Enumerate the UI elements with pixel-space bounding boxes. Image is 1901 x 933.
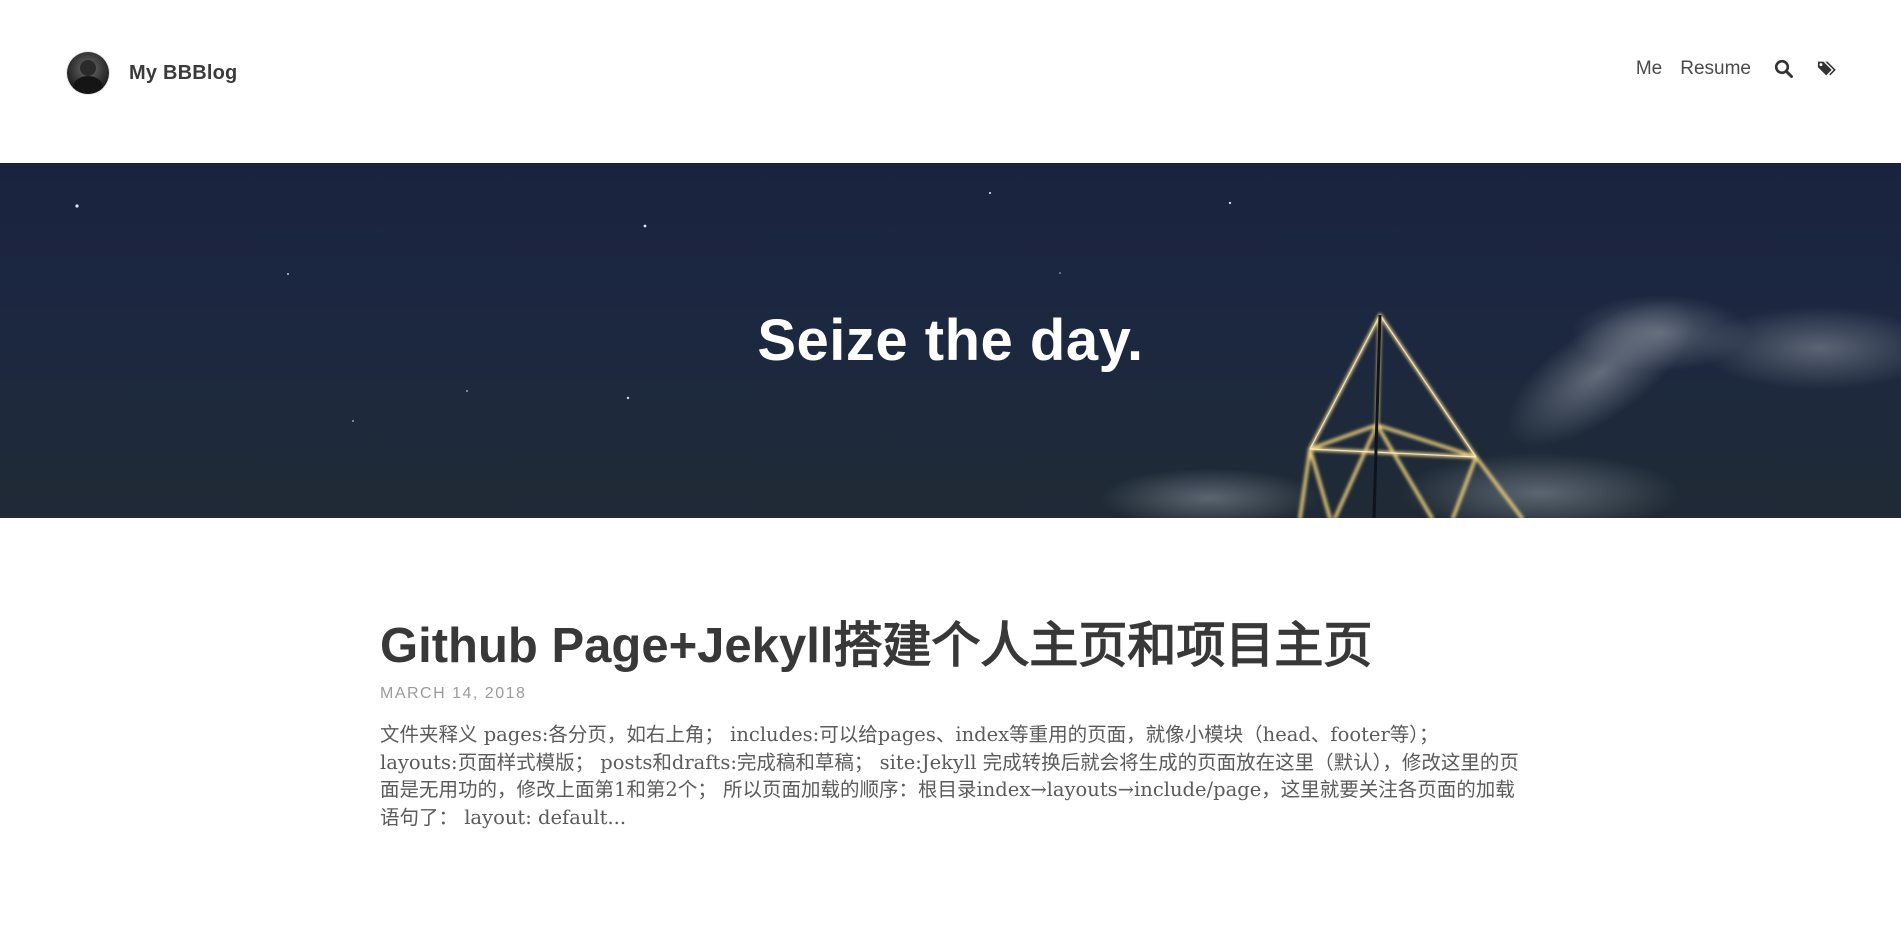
site-header: My BBBlog Me Resume [0, 0, 1901, 163]
hero-banner: Seize the day. [0, 163, 1901, 518]
search-icon[interactable] [1773, 58, 1795, 80]
post-excerpt: 文件夹释义 pages:各分页，如右上角； includes:可以给pages、… [380, 723, 1519, 829]
post-date: MARCH 14, 2018 [380, 685, 527, 702]
post-title[interactable]: Github Page+Jekyll搭建个人主页和项目主页 [380, 615, 1520, 677]
tags-icon[interactable] [1817, 58, 1839, 80]
avatar[interactable] [67, 52, 109, 94]
nav-link-me[interactable]: Me [1636, 58, 1662, 80]
post-preview: Github Page+Jekyll搭建个人主页和项目主页 MARCH 14, … [380, 615, 1520, 831]
blog-title[interactable]: My BBBlog [129, 62, 237, 85]
hero-title: Seize the day. [757, 308, 1144, 373]
brand-link[interactable]: My BBBlog [67, 52, 237, 94]
main-nav: Me Resume [1618, 58, 1839, 80]
nav-link-resume[interactable]: Resume [1680, 58, 1751, 80]
